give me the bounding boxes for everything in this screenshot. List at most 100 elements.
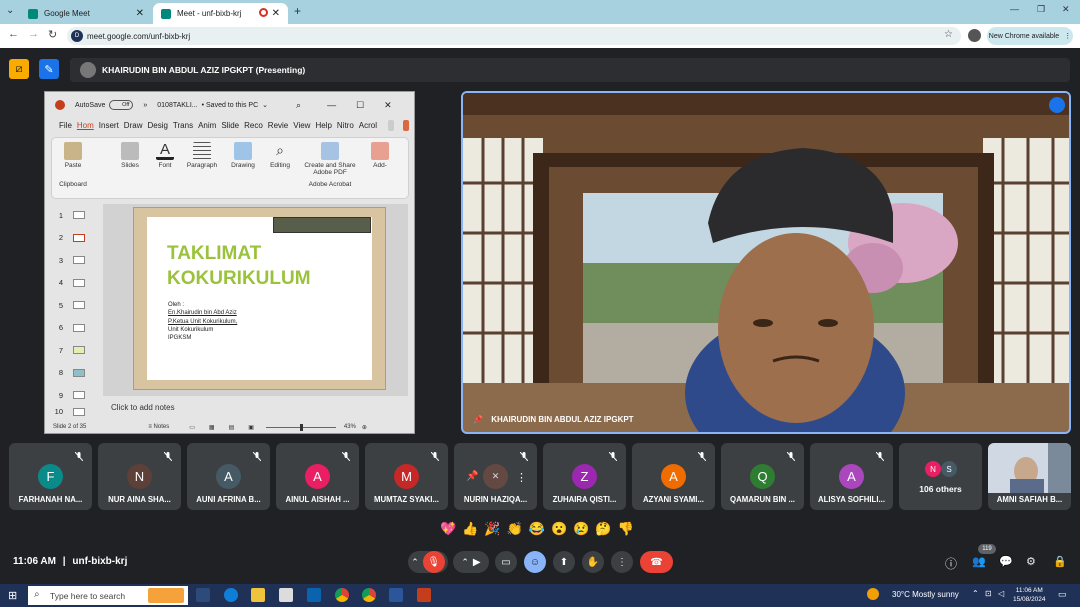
chrome-icon[interactable]	[335, 588, 349, 602]
close-tab-icon[interactable]: ✕	[136, 8, 144, 19]
back-icon[interactable]: ←	[8, 28, 19, 40]
thumbnail-selected[interactable]: 2	[49, 227, 97, 250]
tab-search-icon[interactable]: ⌄	[6, 5, 14, 16]
party-reaction-icon[interactable]: 🎉	[484, 521, 500, 537]
chevron-down-icon[interactable]: ⌄	[262, 101, 268, 109]
present-button[interactable]: ⬆	[553, 551, 575, 573]
ppt-save-status[interactable]: • Saved to this PC	[202, 102, 259, 109]
reload-icon[interactable]: ↻	[48, 28, 57, 41]
participant-tile[interactable]: Z ZUHAIRA QISTI...	[543, 443, 626, 510]
mic-off-icon[interactable]: 🎙	[422, 551, 445, 573]
annotate-icon[interactable]: ✎	[39, 59, 59, 79]
new-tab-icon[interactable]: +	[294, 4, 301, 18]
thumbnail[interactable]: 1	[49, 204, 97, 227]
more-options-icon[interactable]: ⋮	[516, 471, 527, 484]
mail-icon[interactable]	[307, 588, 321, 602]
zoom-slider[interactable]	[265, 423, 336, 431]
menu-review[interactable]: Revie	[268, 121, 288, 130]
thumbnail[interactable]: 9	[49, 384, 97, 407]
windows-start-icon[interactable]: ⊞	[8, 589, 17, 602]
host-controls-icon[interactable]: 🔒	[1053, 555, 1067, 568]
acrobat-group[interactable]: Create and Share Adobe PDF Adobe Acrobat	[300, 142, 360, 188]
close-icon[interactable]: ✕	[384, 100, 392, 111]
thumbs-up-reaction-icon[interactable]: 👍	[462, 521, 478, 537]
participant-tile[interactable]: A AUNI AFRINA B...	[187, 443, 270, 510]
video-camera-icon[interactable]: ▶	[473, 557, 481, 568]
bookmark-star-icon[interactable]: ☆	[944, 29, 953, 40]
thumbs-down-reaction-icon[interactable]: 👎	[618, 521, 634, 537]
powerpoint-window[interactable]: AutoSave Off » 0108TAKLI... • Saved to t…	[44, 91, 415, 434]
volume-icon[interactable]: ◁	[998, 589, 1004, 598]
captions-button[interactable]: ▭	[495, 551, 517, 573]
emoji-button[interactable]: ☺	[524, 551, 546, 573]
menu-transitions[interactable]: Trans	[173, 121, 193, 130]
taskbar-search[interactable]: ⌕ Type here to search	[28, 586, 188, 605]
edge-icon[interactable]	[224, 588, 238, 602]
forward-icon[interactable]: →	[28, 28, 39, 40]
menu-animations[interactable]: Anim	[198, 121, 216, 130]
tab-meet-active[interactable]: Meet - unf-bixb-krj ✕	[153, 3, 288, 24]
maximize-icon[interactable]: ☐	[356, 100, 364, 111]
share-icon[interactable]	[402, 119, 409, 131]
zoom-level[interactable]: 43%	[344, 424, 356, 430]
task-view-icon[interactable]	[196, 588, 210, 602]
word-icon[interactable]	[389, 588, 403, 602]
slideshow-icon[interactable]: ▣	[248, 424, 254, 431]
menu-home[interactable]: Hom	[77, 121, 94, 130]
menu-nitro[interactable]: Nitro	[337, 121, 354, 130]
slides-group[interactable]: Slides	[116, 142, 144, 169]
participant-tile[interactable]: M MUMTAZ SYAKI...	[365, 443, 448, 510]
thumbnail[interactable]: 7	[49, 339, 97, 362]
leave-call-button[interactable]: ☎	[640, 551, 673, 573]
menu-file[interactable]: File	[59, 121, 72, 130]
powerpoint-icon[interactable]	[417, 588, 431, 602]
sorter-view-icon[interactable]: ▦	[209, 424, 215, 431]
thumbnail[interactable]: 10	[49, 407, 97, 417]
menu-view[interactable]: View	[293, 121, 310, 130]
file-explorer-icon[interactable]	[251, 588, 265, 602]
drawing-group[interactable]: Drawing	[228, 142, 258, 169]
thumbnail[interactable]: 3	[49, 249, 97, 272]
fit-slide-icon[interactable]: ⊕	[362, 424, 367, 431]
close-tab-icon[interactable]: ✕	[272, 8, 280, 19]
menu-help[interactable]: Help	[315, 121, 331, 130]
participant-tile-hovered[interactable]: 📌 ✕ ⋮ NURIN HAZIQA...	[454, 443, 537, 510]
menu-slideshow[interactable]: Slide	[221, 121, 239, 130]
tab-google-meet[interactable]: Google Meet ✕	[20, 3, 152, 24]
normal-view-icon[interactable]: ▭	[189, 424, 195, 431]
new-chrome-button[interactable]: New Chrome available ⋮	[987, 27, 1073, 45]
chevron-up-icon[interactable]: ⌃	[461, 557, 469, 568]
weather-text[interactable]: 30°C Mostly sunny	[892, 590, 959, 599]
others-tile[interactable]: N S 106 others	[899, 443, 982, 510]
participant-tile[interactable]: F FARHANAH NA...	[9, 443, 92, 510]
tray-chevron-icon[interactable]: ⌃	[972, 589, 979, 598]
participant-tile[interactable]: AMNI SAFIAH B...	[988, 443, 1071, 510]
minimize-icon[interactable]: —	[1010, 4, 1019, 14]
thumbnail[interactable]: 4	[49, 272, 97, 295]
slide-body[interactable]: Oleh : En.Khairudin bin Abd Aziz P.Ketua…	[168, 301, 237, 342]
menu-design[interactable]: Desig	[147, 121, 167, 130]
address-bar[interactable]: D meet.google.com/unf-bixb-krj ☆	[67, 27, 961, 45]
sad-reaction-icon[interactable]: 😢	[573, 521, 589, 537]
autosave-toggle[interactable]: Off	[109, 100, 134, 110]
comments-icon[interactable]	[388, 119, 394, 131]
more-options-button[interactable]: ⋮	[611, 551, 633, 573]
clipboard-group[interactable]: Paste Clipboard	[58, 142, 88, 188]
addins-group[interactable]: Add-	[370, 142, 390, 169]
slide-title[interactable]: TAKLIMAT KOKURIKULUM	[167, 241, 311, 291]
thumbnail[interactable]: 6	[49, 317, 97, 340]
meeting-details-icon[interactable]: ⓘ	[945, 555, 957, 572]
network-icon[interactable]: ⊡	[985, 589, 992, 598]
thumbnail[interactable]: 8	[49, 362, 97, 385]
close-window-icon[interactable]: ✕	[1062, 4, 1070, 15]
participant-tile[interactable]: A AZYANI SYAMI...	[632, 443, 715, 510]
search-icon[interactable]: ⌕	[296, 100, 301, 111]
profile-avatar[interactable]	[968, 29, 981, 42]
chevron-up-icon[interactable]: ⌃	[411, 557, 419, 568]
participant-tile[interactable]: N NUR AINA SHA...	[98, 443, 181, 510]
participant-tile[interactable]: A AINUL AISHAH ...	[276, 443, 359, 510]
camera-button[interactable]: ⌃ ▶	[453, 551, 489, 573]
pin-icon[interactable]: 📌	[466, 471, 478, 482]
surprised-reaction-icon[interactable]: 😮	[551, 521, 567, 537]
chrome-profile-icon[interactable]	[362, 588, 376, 602]
